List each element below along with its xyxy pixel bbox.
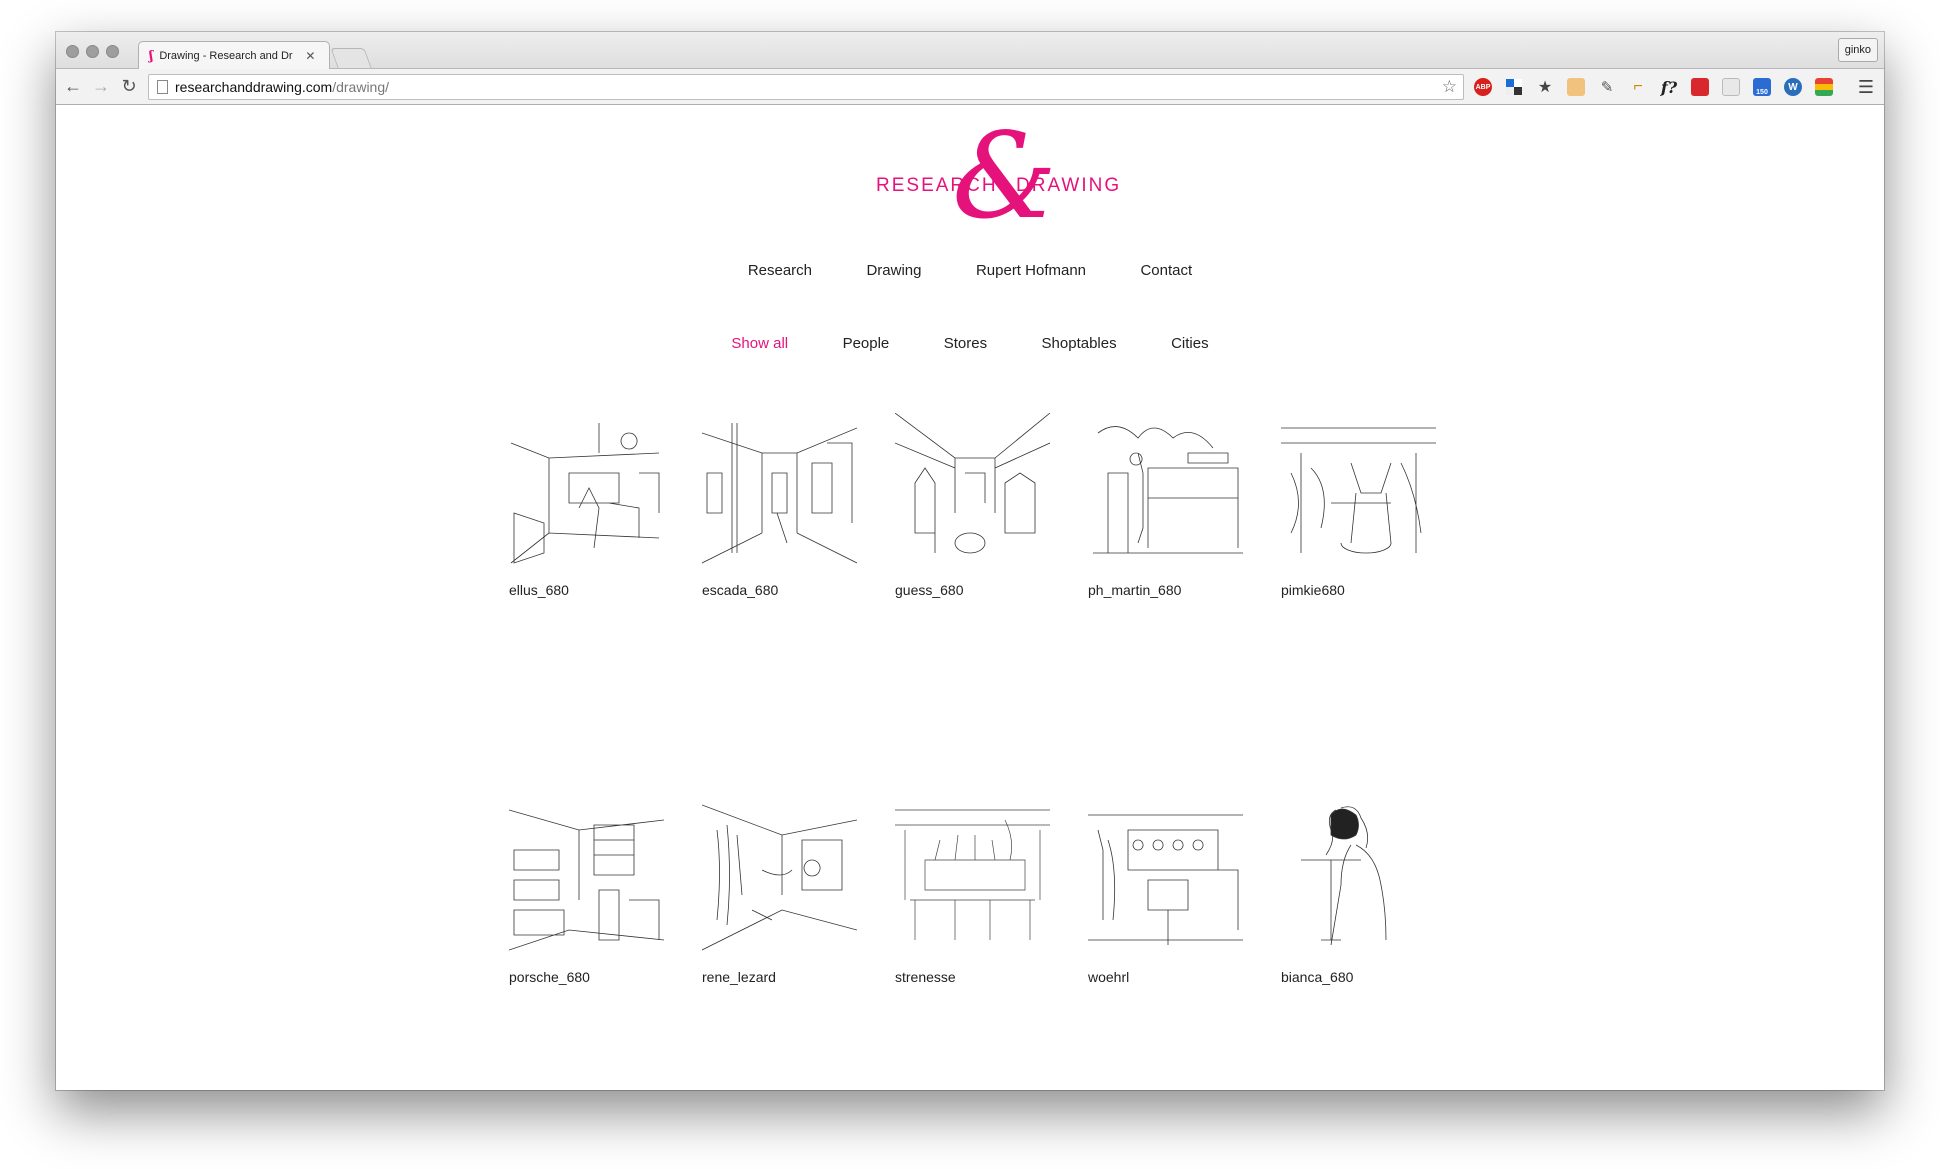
store-sketch-thumbnail[interactable] — [1088, 413, 1243, 568]
filter-show-all[interactable]: Show all — [731, 335, 788, 352]
gallery-item[interactable]: porsche_680 — [509, 800, 664, 985]
gallery-item[interactable]: ph_martin_680 — [1088, 413, 1243, 598]
page-icon — [157, 80, 168, 94]
address-bar[interactable]: researchanddrawing.com/drawing/ ☆ — [148, 74, 1464, 100]
store-sketch-thumbnail[interactable] — [509, 800, 664, 955]
notification-badge-icon[interactable]: 150 — [1753, 78, 1771, 96]
page-content: RESEARCH & DRAWING Research Drawing Rupe… — [56, 105, 1884, 1090]
gallery-caption[interactable]: ph_martin_680 — [1088, 582, 1243, 598]
person-sketch-thumbnail[interactable] — [1281, 800, 1436, 955]
gallery-item[interactable]: escada_680 — [702, 413, 857, 598]
gallery-item[interactable]: rene_lezard — [702, 800, 857, 985]
store-sketch-thumbnail[interactable] — [895, 800, 1050, 955]
gallery-caption[interactable]: escada_680 — [702, 582, 857, 598]
filter-cities[interactable]: Cities — [1171, 335, 1209, 352]
nav-research[interactable]: Research — [748, 262, 812, 279]
gallery-item[interactable]: bianca_680 — [1281, 800, 1436, 985]
back-arrow-icon[interactable]: ← — [62, 76, 84, 97]
pattern-icon[interactable] — [1691, 78, 1709, 96]
gallery-item[interactable]: pimkie680 — [1281, 413, 1436, 598]
minimize-window-button[interactable] — [86, 45, 99, 58]
gallery-caption[interactable]: pimkie680 — [1281, 582, 1436, 598]
store-sketch-thumbnail[interactable] — [702, 800, 857, 955]
browser-toolbar: ← → ↻ researchanddrawing.com/drawing/ ☆ … — [56, 69, 1884, 105]
gallery-item[interactable]: ellus_680 — [509, 413, 664, 598]
browser-menu-icon[interactable]: ☰ — [1858, 77, 1874, 98]
gallery-caption[interactable]: guess_680 — [895, 582, 1050, 598]
close-window-button[interactable] — [66, 45, 79, 58]
gallery-item[interactable]: guess_680 — [895, 413, 1050, 598]
zoom-window-button[interactable] — [106, 45, 119, 58]
site-logo[interactable]: RESEARCH & DRAWING — [816, 117, 1136, 243]
url-path: /drawing/ — [332, 79, 390, 95]
title-bar: ʃ Drawing - Research and Dr ✕ ginko — [56, 32, 1884, 70]
bookmark-manager-icon[interactable]: ★ — [1536, 78, 1554, 96]
gallery-caption[interactable]: rene_lezard — [702, 969, 857, 985]
gallery-caption[interactable]: woehrl — [1088, 969, 1243, 985]
gallery-caption[interactable]: bianca_680 — [1281, 969, 1436, 985]
tab-title: Drawing - Research and Dr — [159, 50, 293, 62]
filter-people[interactable]: People — [843, 335, 890, 352]
store-sketch-thumbnail[interactable] — [895, 413, 1050, 568]
profile-button[interactable]: ginko — [1837, 38, 1878, 62]
main-navigation: Research Drawing Rupert Hofmann Contact — [56, 262, 1884, 280]
wordpress-icon[interactable]: W — [1784, 78, 1802, 96]
bookmark-star-icon[interactable]: ☆ — [1442, 77, 1457, 97]
gallery-caption[interactable]: porsche_680 — [509, 969, 664, 985]
nav-drawing[interactable]: Drawing — [866, 262, 921, 279]
reload-icon[interactable]: ↻ — [118, 76, 140, 97]
forward-arrow-icon[interactable]: → — [90, 76, 112, 97]
store-sketch-thumbnail[interactable] — [1088, 800, 1243, 955]
url-host: researchanddrawing.com — [175, 79, 333, 95]
delicious-icon[interactable] — [1505, 78, 1523, 96]
font-finder-icon[interactable]: f? — [1660, 78, 1678, 97]
browser-window: ʃ Drawing - Research and Dr ✕ ginko ← → … — [56, 32, 1884, 1090]
filter-shoptables[interactable]: Shoptables — [1042, 335, 1117, 352]
ruler-icon[interactable]: ⌐ — [1629, 78, 1647, 96]
category-filters: Show all People Stores Shoptables Cities — [56, 335, 1884, 353]
eyedropper-icon[interactable]: ✎ — [1598, 78, 1616, 96]
gallery-caption[interactable]: strenesse — [895, 969, 1050, 985]
store-sketch-thumbnail[interactable] — [1281, 413, 1436, 568]
nav-contact[interactable]: Contact — [1140, 262, 1192, 279]
nav-rupert-hofmann[interactable]: Rupert Hofmann — [976, 262, 1086, 279]
logo-drawing-text: DRAWING — [1016, 175, 1122, 196]
color-stripe-icon[interactable] — [1815, 78, 1833, 96]
site-favicon-icon: ʃ — [149, 48, 154, 64]
extension-face-icon[interactable] — [1567, 78, 1585, 96]
filter-stores[interactable]: Stores — [944, 335, 987, 352]
browser-tab[interactable]: ʃ Drawing - Research and Dr ✕ — [138, 41, 330, 70]
gallery-item[interactable]: woehrl — [1088, 800, 1243, 985]
gallery-item[interactable]: strenesse — [895, 800, 1050, 985]
store-sketch-thumbnail[interactable] — [702, 413, 857, 568]
tab-close-icon[interactable]: ✕ — [305, 49, 315, 63]
new-tab-button[interactable] — [330, 48, 372, 68]
gallery-caption[interactable]: ellus_680 — [509, 582, 664, 598]
adblock-icon[interactable]: ABP — [1474, 78, 1492, 96]
extension-grey-icon[interactable] — [1722, 78, 1740, 96]
store-sketch-thumbnail[interactable] — [509, 413, 664, 568]
